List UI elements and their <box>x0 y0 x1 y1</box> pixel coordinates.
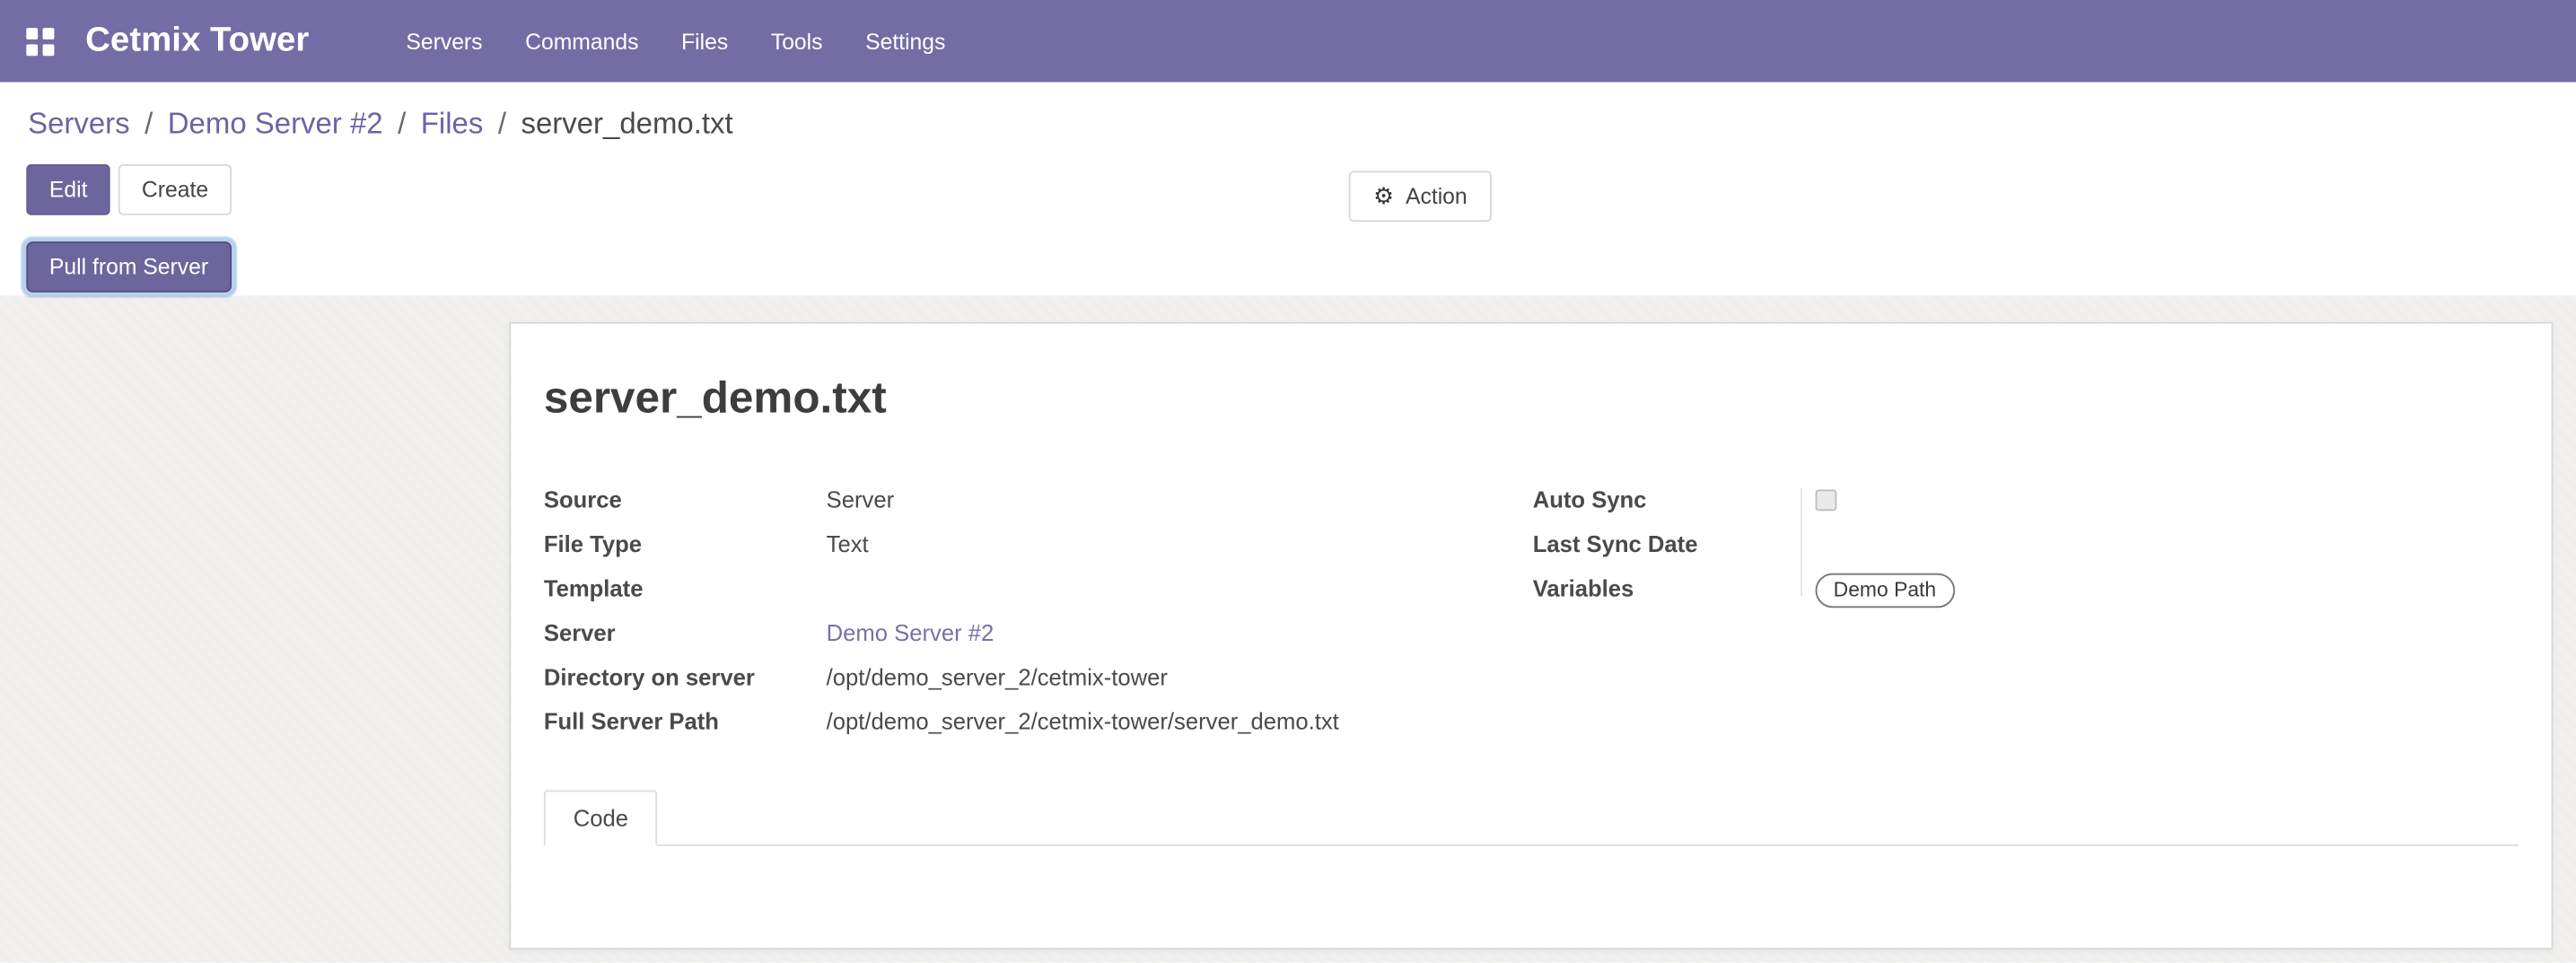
field-label: Template <box>544 573 827 605</box>
variable-tag-demo-path[interactable]: Demo Path <box>1816 573 1955 608</box>
breadcrumb-servers[interactable]: Servers <box>28 106 130 140</box>
tab-code[interactable]: Code <box>544 790 658 845</box>
field-label: Server <box>544 617 827 649</box>
field-template: Template <box>544 573 1533 605</box>
breadcrumb: Servers / Demo Server #2 / Files / serve… <box>0 83 2576 165</box>
notebook-tabs: Code <box>544 790 2519 845</box>
field-value: /opt/demo_server_2/cetmix-tower <box>827 662 1168 694</box>
apps-grid-square <box>43 44 55 56</box>
brand-title[interactable]: Cetmix Tower <box>85 22 309 61</box>
apps-grid-square <box>43 27 55 39</box>
main-menu: Servers Commands Files Tools Settings <box>385 3 968 80</box>
field-label: File Type <box>544 529 827 560</box>
field-divider <box>1801 488 1802 597</box>
server-actions-row: Pull from Server <box>0 230 2576 295</box>
breadcrumb-separator: / <box>498 106 506 140</box>
breadcrumb-separator: / <box>398 106 406 140</box>
action-button-label: Action <box>1406 172 1468 220</box>
menu-item-files[interactable]: Files <box>660 3 749 80</box>
field-value: /opt/demo_server_2/cetmix-tower/server_d… <box>827 706 1339 738</box>
control-panel: Edit Create Action <box>0 164 2576 230</box>
gear-icon <box>1373 172 1406 220</box>
field-label: Auto Sync <box>1533 485 1816 516</box>
field-full-path: Full Server Path /opt/demo_server_2/cetm… <box>544 706 1533 738</box>
field-group-right: Auto Sync Last Sync Date Variables Demo … <box>1533 485 2519 751</box>
field-label: Full Server Path <box>544 706 827 738</box>
edit-button[interactable]: Edit <box>26 164 110 215</box>
field-groups: Source Server File Type Text Template Se… <box>544 485 2519 751</box>
code-tab-content <box>544 846 2519 950</box>
field-label: Last Sync Date <box>1533 529 1816 560</box>
auto-sync-checkbox[interactable] <box>1816 489 1837 511</box>
content-area: server_demo.txt Source Server File Type … <box>0 295 2576 962</box>
viewport: Cetmix Tower Servers Commands Files Tool… <box>0 0 2576 963</box>
menu-item-commands[interactable]: Commands <box>504 3 660 80</box>
menu-item-servers[interactable]: Servers <box>385 3 504 80</box>
breadcrumb-separator: / <box>145 106 153 140</box>
field-value: Server <box>827 485 894 516</box>
field-auto-sync: Auto Sync <box>1533 485 2519 516</box>
menu-item-settings[interactable]: Settings <box>844 3 967 80</box>
field-server: Server Demo Server #2 <box>544 617 1533 649</box>
page-title: server_demo.txt <box>544 372 2519 424</box>
apps-grid-square <box>26 27 38 39</box>
breadcrumb-current: server_demo.txt <box>521 106 732 140</box>
form-sheet: server_demo.txt Source Server File Type … <box>509 322 2553 950</box>
field-variables: Variables Demo Path <box>1533 573 2519 608</box>
field-label: Variables <box>1533 573 1816 605</box>
field-file-type: File Type Text <box>544 529 1533 560</box>
breadcrumb-demo-server[interactable]: Demo Server #2 <box>168 106 383 140</box>
field-label: Source <box>544 485 827 516</box>
apps-grid-icon[interactable] <box>26 27 54 55</box>
field-label: Directory on server <box>544 662 827 694</box>
field-directory: Directory on server /opt/demo_server_2/c… <box>544 662 1533 694</box>
breadcrumb-files[interactable]: Files <box>421 106 484 140</box>
menu-item-tools[interactable]: Tools <box>749 3 844 80</box>
field-value: Text <box>827 529 869 560</box>
field-source: Source Server <box>544 485 1533 516</box>
top-navbar: Cetmix Tower Servers Commands Files Tool… <box>0 0 2576 83</box>
action-button[interactable]: Action <box>1349 171 1492 222</box>
apps-grid-square <box>26 44 38 56</box>
field-last-sync-date: Last Sync Date <box>1533 529 2519 560</box>
field-group-left: Source Server File Type Text Template Se… <box>544 485 1533 751</box>
pull-from-server-button[interactable]: Pull from Server <box>26 241 231 293</box>
server-link[interactable]: Demo Server #2 <box>827 617 994 649</box>
create-button[interactable]: Create <box>118 164 231 215</box>
